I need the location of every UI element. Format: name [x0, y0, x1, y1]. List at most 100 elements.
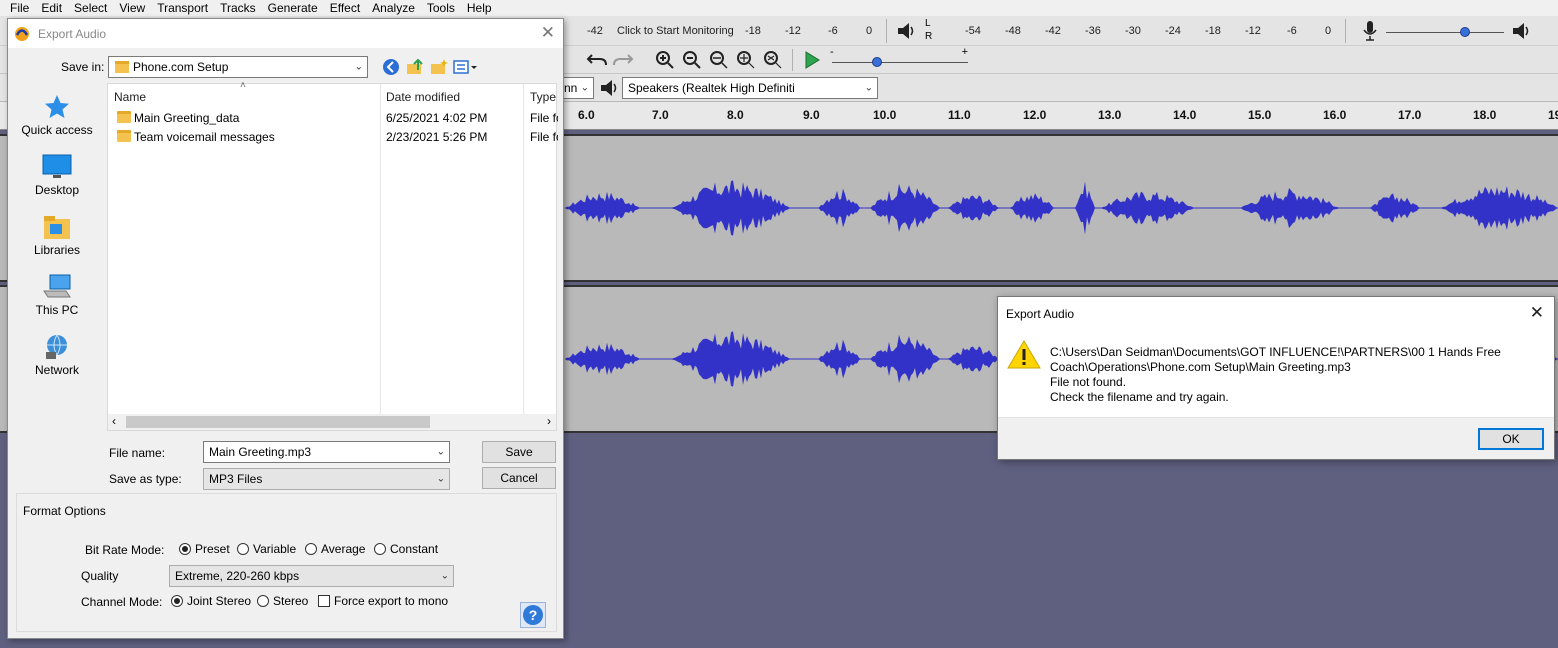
ruler-tick: 19 [1548, 108, 1558, 122]
column-header-name[interactable]: Name [114, 90, 146, 104]
menu-help[interactable]: Help [461, 1, 498, 15]
file-list[interactable]: ˄ Name Date modified Type Main Greeting_… [107, 80, 558, 431]
record-meter[interactable]: -42 Click to Start Monitoring -18 -12 -6… [565, 16, 885, 46]
save-button[interactable]: Save [482, 441, 556, 463]
zoom-in-icon[interactable] [653, 48, 677, 72]
export-audio-dialog: Export Audio ✕ Save in: Phone.com Setup … [7, 18, 564, 639]
chevron-down-icon: ⌄ [436, 473, 445, 485]
menu-view[interactable]: View [113, 1, 151, 15]
quality-select[interactable]: Extreme, 220-260 kbps ⌄ [169, 565, 454, 587]
place-quick-access[interactable]: Quick access [8, 93, 106, 137]
place-network[interactable]: Network [8, 333, 106, 377]
menu-tools[interactable]: Tools [421, 1, 461, 15]
playback-meter-tick: -48 [1005, 25, 1021, 37]
menu-edit[interactable]: Edit [35, 1, 68, 15]
menu-select[interactable]: Select [68, 1, 113, 15]
ruler-tick: 6.0 [578, 108, 595, 122]
checkbox-label: Force export to mono [334, 594, 449, 608]
place-libraries[interactable]: Libraries [8, 213, 106, 257]
folder-icon [115, 61, 129, 73]
menu-transport[interactable]: Transport [151, 1, 214, 15]
sort-indicator-icon: ˄ [240, 80, 246, 91]
play-at-speed-icon[interactable] [800, 48, 824, 72]
menu-generate[interactable]: Generate [262, 1, 324, 15]
save-in-select[interactable]: Phone.com Setup ⌄ [108, 56, 368, 78]
file-name-value: Main Greeting.mp3 [209, 445, 312, 459]
toolbar-separator [792, 49, 793, 71]
bit-rate-mode-label: Bit Rate Mode: [85, 543, 165, 557]
menu-analyze[interactable]: Analyze [366, 1, 421, 15]
fit-selection-icon[interactable] [707, 48, 731, 72]
radio-label: Average [321, 542, 366, 556]
scroll-left-icon[interactable]: ‹ [112, 414, 116, 428]
output-device-select[interactable]: Speakers (Realtek High Definiti ⌄ [622, 77, 878, 99]
back-icon[interactable] [379, 55, 403, 79]
scroll-thumb[interactable] [126, 416, 430, 428]
up-folder-icon[interactable] [403, 55, 427, 79]
record-meter-tick: -18 [745, 25, 761, 37]
audacity-logo-icon [15, 26, 29, 41]
radio-dot [257, 595, 269, 607]
record-meter-tick: 0 [866, 25, 873, 37]
horizontal-scrollbar[interactable]: ‹ › [108, 414, 556, 430]
file-row[interactable]: Team voicemail messages 2/23/2021 5:26 P… [108, 127, 558, 147]
place-this-pc[interactable]: This PC [8, 273, 106, 317]
chevron-down-icon: ⌄ [864, 82, 873, 94]
save-as-type-select[interactable]: MP3 Files ⌄ [203, 468, 450, 490]
desktop-icon [42, 154, 72, 178]
menu-effect[interactable]: Effect [324, 1, 366, 15]
meter-right-label: R [925, 31, 933, 42]
bit-rate-constant-radio[interactable]: Constant [374, 542, 438, 556]
radio-label: Joint Stereo [187, 594, 252, 608]
help-button[interactable]: ? [520, 602, 546, 628]
radio-dot [179, 543, 191, 555]
channel-stereo-radio[interactable]: Stereo [257, 594, 308, 608]
close-icon[interactable]: ✕ [541, 23, 555, 43]
place-desktop[interactable]: Desktop [8, 153, 106, 197]
monitor-prompt[interactable]: Click to Start Monitoring [617, 25, 734, 37]
file-date: 2/23/2021 5:26 PM [386, 130, 488, 144]
playback-meter[interactable]: -54 -48 -42 -36 -30 -24 -18 -12 -6 0 [935, 16, 1335, 46]
bit-rate-average-radio[interactable]: Average [305, 542, 365, 556]
error-message: C:\Users\Dan Seidman\Documents\GOT INFLU… [1050, 345, 1501, 405]
channel-joint-stereo-radio[interactable]: Joint Stereo [171, 594, 251, 608]
radio-dot [305, 543, 317, 555]
bit-rate-preset-radio[interactable]: Preset [179, 542, 230, 556]
file-row[interactable]: Main Greeting_data 6/25/2021 4:02 PM Fil… [108, 108, 558, 128]
redo-icon[interactable] [611, 48, 635, 72]
zoom-out-icon[interactable] [680, 48, 704, 72]
zoom-toggle-icon[interactable] [761, 48, 785, 72]
quality-value: Extreme, 220-260 kbps [175, 569, 300, 583]
close-icon[interactable]: ✕ [1530, 303, 1544, 323]
new-folder-icon[interactable] [427, 55, 451, 79]
scroll-right-icon[interactable]: › [547, 414, 551, 428]
file-name-input[interactable]: Main Greeting.mp3 ⌄ [203, 441, 450, 463]
cancel-button[interactable]: Cancel [482, 467, 556, 489]
speaker-meter-icon[interactable] [895, 19, 919, 43]
format-options-group: Format Options Bit Rate Mode: Preset Var… [16, 493, 557, 632]
save-in-value: Phone.com Setup [133, 60, 229, 74]
column-header-date[interactable]: Date modified [386, 90, 460, 104]
radio-dot [171, 595, 183, 607]
ok-button[interactable]: OK [1478, 428, 1544, 450]
audio-host-value: nn [564, 81, 578, 95]
force-mono-checkbox[interactable]: Force export to mono [318, 594, 448, 608]
error-reason: File not found. [1050, 375, 1127, 389]
undo-icon[interactable] [585, 48, 609, 72]
error-dialog-title: Export Audio [1006, 307, 1075, 321]
toolbar-separator [886, 19, 887, 43]
column-header-type[interactable]: Type [530, 90, 556, 104]
save-in-label: Save in: [61, 60, 105, 74]
place-label: Network [34, 363, 79, 377]
channel-mode-label: Channel Mode: [81, 595, 163, 609]
ruler-tick: 16.0 [1323, 108, 1347, 122]
bit-rate-variable-radio[interactable]: Variable [237, 542, 296, 556]
star-icon [45, 95, 69, 118]
menu-file[interactable]: File [4, 1, 35, 15]
menu-tracks[interactable]: Tracks [214, 1, 262, 15]
fit-project-icon[interactable] [734, 48, 758, 72]
view-menu-icon[interactable] [452, 55, 480, 79]
microphone-icon [1358, 19, 1382, 43]
playback-speed-slider[interactable]: - + [830, 46, 970, 72]
recording-volume-slider[interactable] [1384, 22, 1506, 42]
